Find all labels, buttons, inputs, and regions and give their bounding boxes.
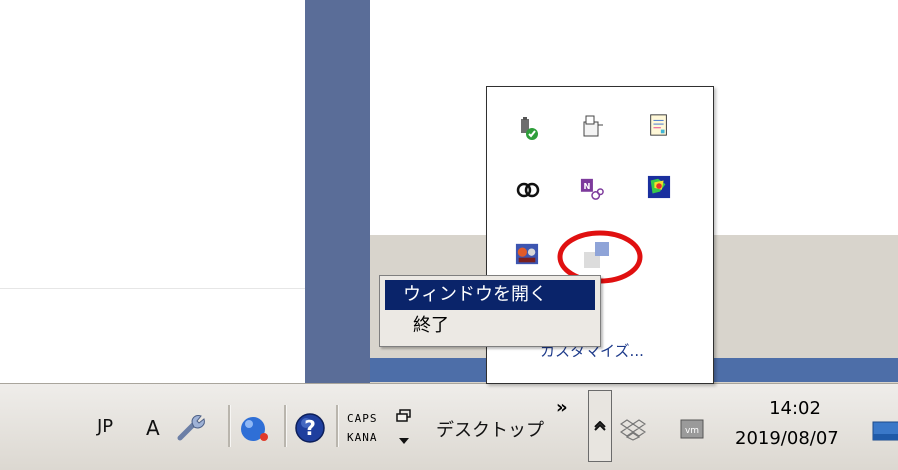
notepad-icon[interactable]: [647, 113, 671, 141]
show-desktop-icon[interactable]: [872, 420, 898, 446]
usb-safely-remove-icon[interactable]: [516, 117, 540, 145]
window-divider: [0, 288, 305, 289]
toolbar-overflow-chevron[interactable]: »: [556, 397, 568, 418]
blue-ball-icon[interactable]: [238, 412, 272, 450]
wrench-icon[interactable]: [175, 410, 209, 448]
help-icon[interactable]: ?: [293, 411, 327, 449]
network-device-icon[interactable]: [581, 115, 605, 143]
clock-date[interactable]: 2019/08/07: [735, 428, 839, 449]
kana-indicator[interactable]: KANA: [347, 431, 378, 444]
dropbox-icon[interactable]: [619, 419, 647, 445]
teams-icon[interactable]: [515, 242, 539, 270]
clock-time[interactable]: 14:02: [740, 398, 850, 419]
taskbar-separator: [336, 405, 339, 447]
svg-text:N: N: [583, 181, 590, 191]
ime-mode-indicator[interactable]: A: [146, 416, 160, 440]
menu-item-open-window[interactable]: ウィンドウを開く: [385, 280, 595, 310]
taskbar-separator: [228, 405, 231, 447]
window-border-strip: [305, 0, 370, 385]
onenote-clipping-icon[interactable]: N: [580, 177, 604, 205]
creative-cloud-icon[interactable]: [516, 178, 540, 206]
colorful-app-icon[interactable]: [647, 175, 671, 203]
caps-indicator[interactable]: CAPS: [347, 412, 378, 425]
menu-item-exit[interactable]: 終了: [385, 312, 595, 340]
vmware-icon[interactable]: vm: [680, 419, 704, 443]
svg-text:?: ?: [304, 416, 316, 440]
background-window-left: [0, 0, 306, 385]
chevron-up-icon: [594, 421, 606, 431]
svg-text:vm: vm: [685, 426, 699, 436]
taskbar-separator: [284, 405, 287, 447]
tray-expand-button[interactable]: [588, 390, 612, 462]
window-icon[interactable]: [396, 408, 412, 427]
dropdown-arrow-icon[interactable]: [398, 430, 410, 449]
language-indicator[interactable]: JP: [97, 416, 113, 437]
desktop-toolbar-label[interactable]: デスクトップ: [436, 416, 544, 442]
